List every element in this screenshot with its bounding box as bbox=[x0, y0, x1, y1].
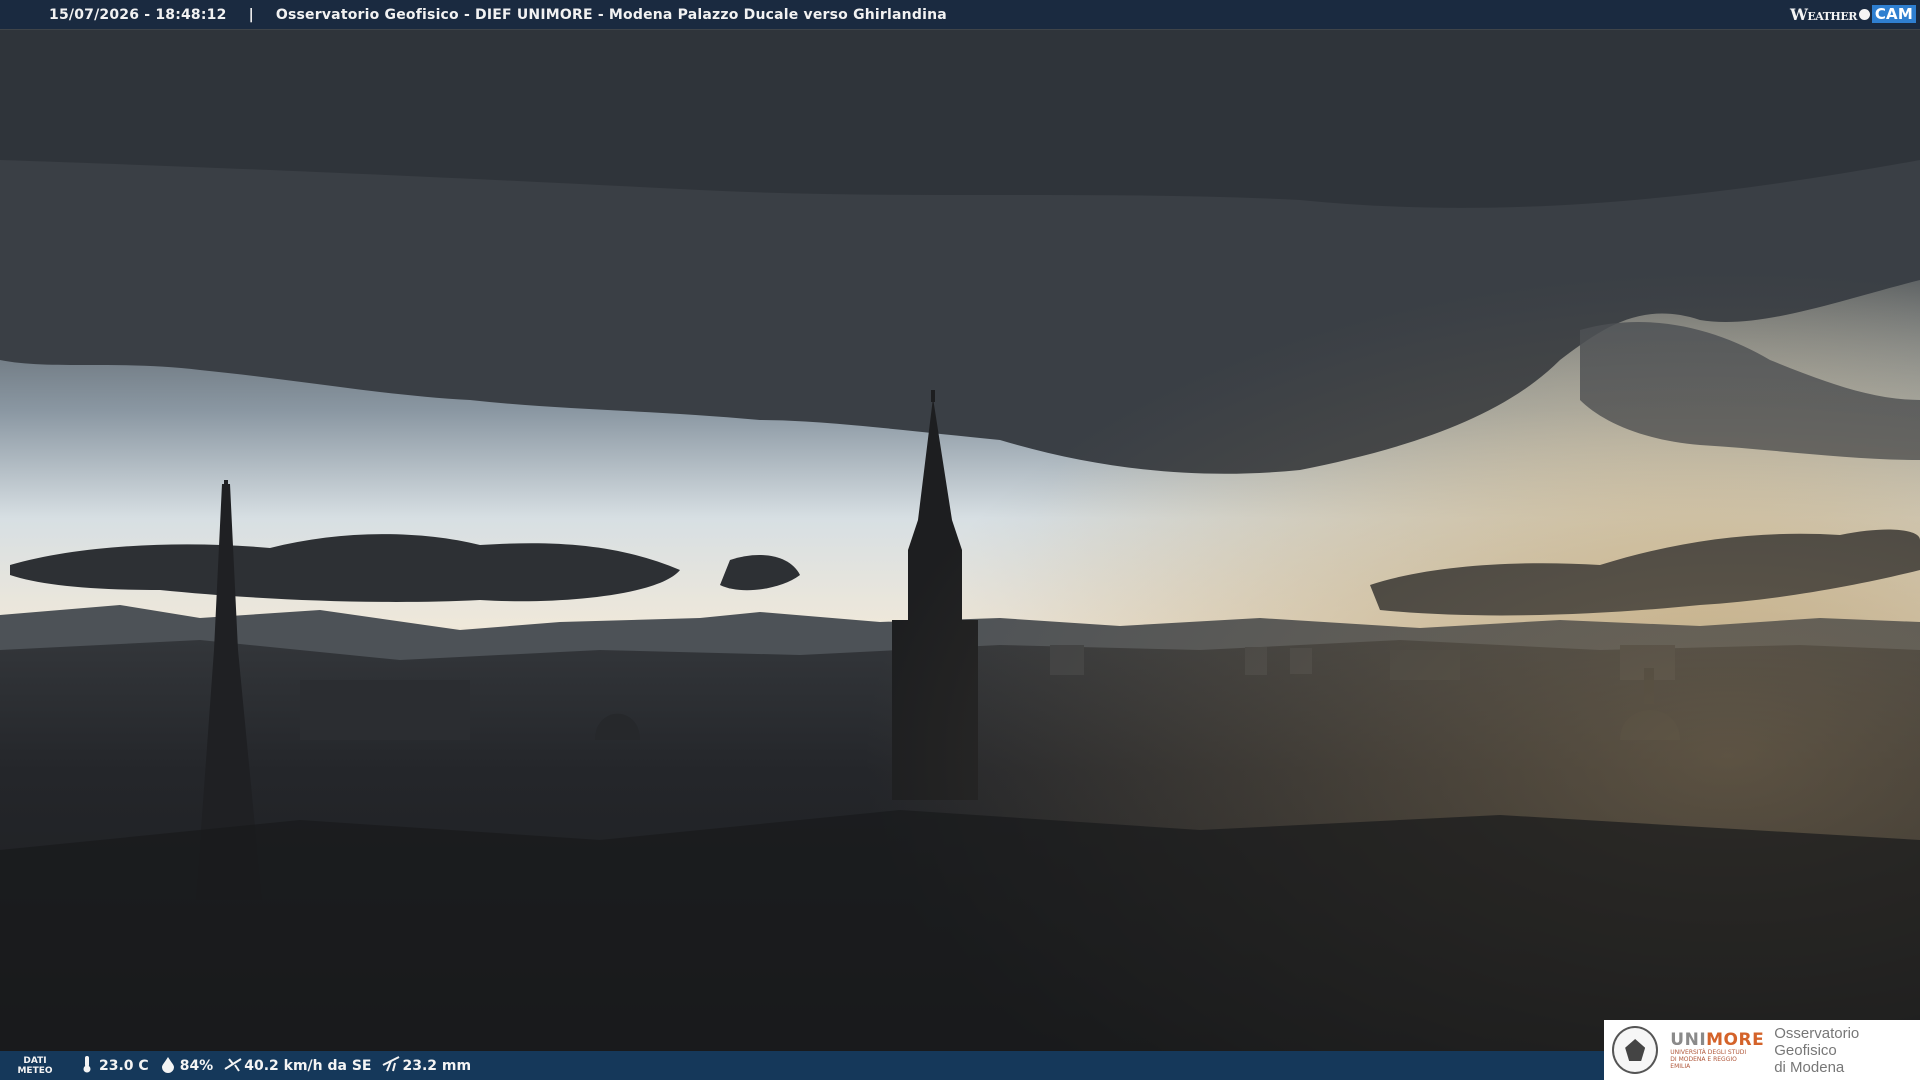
unimore-name-uni: UNI bbox=[1670, 1029, 1707, 1050]
unimore-name: UNIMORE bbox=[1670, 1031, 1764, 1049]
dati-meteo-line2: METEO bbox=[17, 1065, 53, 1076]
datetime-label: 15/07/2026 - 18:48:12 bbox=[49, 6, 227, 23]
dati-meteo-line1: DATI bbox=[23, 1055, 47, 1066]
unimore-subtitle: UNIVERSITÀ DEGLI STUDI DI MODENA E REGGI… bbox=[1670, 1048, 1747, 1070]
unimore-logo: UNIMORE UNIVERSITÀ DEGLI STUDI DI MODENA… bbox=[1604, 1020, 1920, 1080]
rain-stat: 23.2 mm bbox=[381, 1055, 471, 1077]
humidity-drop-icon bbox=[159, 1055, 177, 1077]
webcam-image bbox=[0, 0, 1920, 1080]
rain-value: 23.2 mm bbox=[402, 1057, 472, 1074]
wind-value: 40.2 km/h da SE bbox=[244, 1057, 372, 1074]
observatory-name: Osservatorio Geofisico di Modena bbox=[1774, 1025, 1920, 1076]
unimore-wordmark: UNIMORE UNIVERSITÀ DEGLI STUDI DI MODENA… bbox=[1670, 1031, 1764, 1070]
temperature-stat: 23.0 C bbox=[78, 1055, 149, 1077]
observatory-name-line1: Osservatorio Geofisico bbox=[1774, 1024, 1860, 1059]
temperature-value: 23.0 C bbox=[99, 1057, 149, 1074]
weathercam-dot-icon bbox=[1858, 8, 1870, 20]
weathercam-logo-cam: CAM bbox=[1871, 5, 1916, 23]
humidity-stat: 84% bbox=[159, 1055, 214, 1077]
camera-title: Osservatorio Geofisico - DIEF UNIMORE - … bbox=[275, 6, 947, 23]
wind-icon bbox=[223, 1055, 242, 1077]
weather-data-bar: DATI METEO 23.0 C 84% 40.2 km/h da SE 23… bbox=[0, 1051, 1604, 1080]
university-seal-icon bbox=[1612, 1026, 1659, 1074]
header-separator: | bbox=[248, 6, 254, 23]
thermometer-icon bbox=[78, 1055, 96, 1077]
rain-gauge-icon bbox=[381, 1055, 400, 1077]
humidity-value: 84% bbox=[179, 1057, 214, 1074]
weathercam-logo-weather: Weather bbox=[1789, 4, 1857, 24]
weathercam-logo: Weather CAM bbox=[1790, 3, 1916, 25]
dati-meteo-label: DATI METEO bbox=[0, 1056, 70, 1076]
observatory-name-line2: di Modena bbox=[1774, 1058, 1845, 1076]
wind-stat: 40.2 km/h da SE bbox=[223, 1055, 371, 1077]
header-bar: 15/07/2026 - 18:48:12 | Osservatorio Geo… bbox=[0, 0, 1920, 29]
unimore-name-more: MORE bbox=[1706, 1029, 1765, 1050]
